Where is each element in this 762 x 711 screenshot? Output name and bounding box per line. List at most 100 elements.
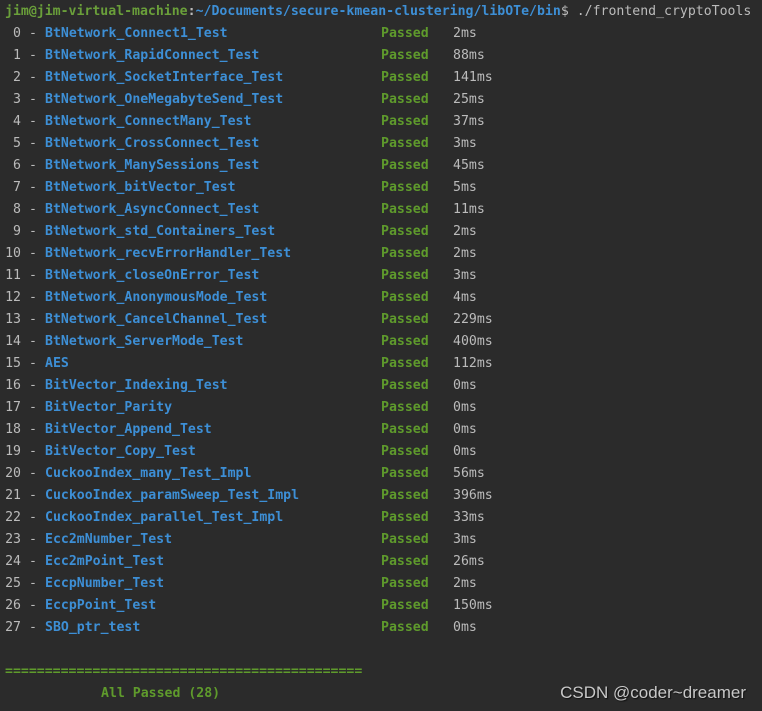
test-time: 229ms xyxy=(453,312,493,327)
test-result-row: 27- SBO_ptr_test Passed 0ms xyxy=(5,617,762,639)
test-time: 0ms xyxy=(453,444,477,459)
test-result-row: 9- BtNetwork_std_Containers_Test Passed 2ms xyxy=(5,221,762,243)
test-name: CuckooIndex_parallel_Test_Impl xyxy=(45,510,284,525)
test-name: BitVector_Append_Test xyxy=(45,422,212,437)
test-index: 9 xyxy=(13,224,21,239)
test-time: 150ms xyxy=(453,598,493,613)
test-name: BtNetwork_closeOnError_Test xyxy=(45,268,260,283)
test-index: 22 xyxy=(5,510,21,525)
test-time: 33ms xyxy=(453,510,485,525)
test-time: 0ms xyxy=(453,400,477,415)
test-dash: - xyxy=(29,576,37,591)
test-name: BtNetwork_bitVector_Test xyxy=(45,180,236,195)
test-status: Passed xyxy=(381,466,429,481)
test-dash: - xyxy=(29,268,37,283)
test-name: BtNetwork_SocketInterface_Test xyxy=(45,70,284,85)
test-dash: - xyxy=(29,158,37,173)
test-time: 0ms xyxy=(453,422,477,437)
test-result-row: 21- CuckooIndex_paramSweep_Test_Impl Passe… xyxy=(5,485,762,507)
test-status: Passed xyxy=(381,620,429,635)
test-status: Passed xyxy=(381,334,429,349)
test-result-row: 2- BtNetwork_SocketInterface_Test Passed 14… xyxy=(5,67,762,89)
test-time: 2ms xyxy=(453,224,477,239)
watermark: CSDN @coder~dreamer xyxy=(560,683,746,702)
test-name: SBO_ptr_test xyxy=(45,620,141,635)
test-index: 17 xyxy=(5,400,21,415)
test-index: 8 xyxy=(13,202,21,217)
test-index: 20 xyxy=(5,466,21,481)
test-status: Passed xyxy=(381,268,429,283)
test-dash: - xyxy=(29,620,37,635)
test-index: 18 xyxy=(5,422,21,437)
test-index: 5 xyxy=(13,136,21,151)
test-dash: - xyxy=(29,510,37,525)
test-status: Passed xyxy=(381,48,429,63)
test-dash: - xyxy=(29,444,37,459)
test-time: 11ms xyxy=(453,202,485,217)
test-result-row: 11- BtNetwork_closeOnError_Test Passed 3ms xyxy=(5,265,762,287)
test-name: BtNetwork_CancelChannel_Test xyxy=(45,312,268,327)
test-status: Passed xyxy=(381,444,429,459)
test-dash: - xyxy=(29,532,37,547)
test-name: BtNetwork_RapidConnect_Test xyxy=(45,48,260,63)
test-index: 2 xyxy=(13,70,21,85)
terminal-output[interactable]: jim@jim-virtual-machine:~/Documents/secu… xyxy=(5,1,762,711)
test-time: 2ms xyxy=(453,576,477,591)
prompt-user-host: jim@jim-virtual-machine xyxy=(5,4,188,19)
test-time: 400ms xyxy=(453,334,493,349)
test-result-row: 12- BtNetwork_AnonymousMode_Test Passed 4ms xyxy=(5,287,762,309)
test-index: 13 xyxy=(5,312,21,327)
test-index: 4 xyxy=(13,114,21,129)
test-dash: - xyxy=(29,202,37,217)
test-name: CuckooIndex_paramSweep_Test_Impl xyxy=(45,488,300,503)
test-result-list: 0- BtNetwork_Connect1_Test Passed 2ms 1- BtNe… xyxy=(5,23,762,639)
prompt-path: ~/Documents/secure-kmean-clustering/libO… xyxy=(195,4,561,19)
test-status: Passed xyxy=(381,92,429,107)
test-result-row: 22- CuckooIndex_parallel_Test_Impl Passed 3… xyxy=(5,507,762,529)
test-status: Passed xyxy=(381,26,429,41)
test-name: EccpNumber_Test xyxy=(45,576,165,591)
test-time: 26ms xyxy=(453,554,485,569)
test-index: 7 xyxy=(13,180,21,195)
test-status: Passed xyxy=(381,202,429,217)
test-index: 14 xyxy=(5,334,21,349)
test-result-row: 13- BtNetwork_CancelChannel_Test Passed 229… xyxy=(5,309,762,331)
test-index: 19 xyxy=(5,444,21,459)
test-name: BtNetwork_CrossConnect_Test xyxy=(45,136,260,151)
test-index: 11 xyxy=(5,268,21,283)
test-dash: - xyxy=(29,400,37,415)
test-index: 12 xyxy=(5,290,21,305)
test-result-row: 18- BitVector_Append_Test Passed 0ms xyxy=(5,419,762,441)
test-status: Passed xyxy=(381,180,429,195)
test-status: Passed xyxy=(381,356,429,371)
test-time: 0ms xyxy=(453,378,477,393)
test-index: 21 xyxy=(5,488,21,503)
command-text: ./frontend_cryptoTools xyxy=(568,4,752,19)
test-name: EccpPoint_Test xyxy=(45,598,157,613)
test-time: 2ms xyxy=(453,246,477,261)
test-result-row: 14- BtNetwork_ServerMode_Test Passed 400ms xyxy=(5,331,762,353)
test-dash: - xyxy=(29,312,37,327)
summary-text: All Passed (28) xyxy=(101,686,221,701)
test-dash: - xyxy=(29,334,37,349)
test-index: 25 xyxy=(5,576,21,591)
test-dash: - xyxy=(29,136,37,151)
test-result-row: 0- BtNetwork_Connect1_Test Passed 2ms xyxy=(5,23,762,45)
test-name: CuckooIndex_many_Test_Impl xyxy=(45,466,252,481)
test-result-row: 3- BtNetwork_OneMegabyteSend_Test Passed 25… xyxy=(5,89,762,111)
test-index: 23 xyxy=(5,532,21,547)
test-status: Passed xyxy=(381,136,429,151)
test-name: Ecc2mPoint_Test xyxy=(45,554,165,569)
test-status: Passed xyxy=(381,114,429,129)
test-status: Passed xyxy=(381,576,429,591)
prompt-line: jim@jim-virtual-machine:~/Documents/secu… xyxy=(5,1,762,23)
test-status: Passed xyxy=(381,290,429,305)
test-time: 25ms xyxy=(453,92,485,107)
prompt-dollar: $ xyxy=(560,4,569,19)
test-dash: - xyxy=(29,224,37,239)
test-result-row: 7- BtNetwork_bitVector_Test Passed 5ms xyxy=(5,177,762,199)
test-dash: - xyxy=(29,180,37,195)
test-dash: - xyxy=(29,598,37,613)
test-status: Passed xyxy=(381,312,429,327)
